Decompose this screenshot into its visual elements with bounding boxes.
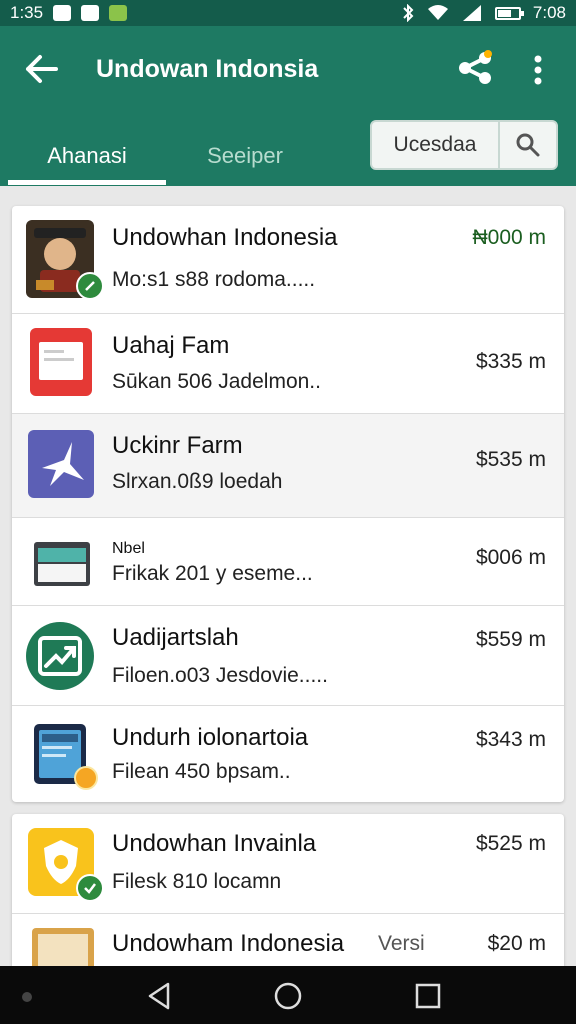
app-price: $343 m: [475, 728, 546, 751]
app-subtitle: Sūkan 506 Jadelmon..: [112, 370, 321, 393]
app-icon: [109, 5, 128, 21]
nav-indicator-dot: [22, 992, 32, 1002]
mail-icon: [81, 5, 100, 21]
app-price: $006 m: [475, 546, 546, 569]
list-item[interactable]: Undurh iolonartoia Filean 450 bpsam.. $3…: [12, 706, 564, 802]
navigation-bar: [0, 966, 576, 1024]
list-item[interactable]: Undowham Indonesia Versi $20 m: [12, 914, 564, 974]
folder-app-icon: [34, 538, 90, 586]
nav-back-icon[interactable]: [144, 980, 176, 1012]
list-item[interactable]: Uahaj Fam Sūkan 506 Jadelmon.. $335 m: [12, 314, 564, 414]
verified-badge-icon: [76, 874, 104, 902]
list-item[interactable]: Undowhan Indonesia Mo:s1 s88 rodoma.....…: [12, 206, 564, 314]
app-label: Nbel: [112, 540, 145, 557]
search-icon: [516, 133, 540, 157]
nav-home-icon[interactable]: [272, 980, 304, 1012]
star-app-icon: [28, 430, 94, 498]
app-price: $335 m: [475, 350, 546, 373]
signal-icon: [462, 5, 481, 21]
tab-indicator: [8, 180, 166, 185]
search-input[interactable]: [372, 122, 500, 168]
app-bar: Undowan Indonsia Ahanasi Seeiper: [0, 26, 576, 186]
app-price: $535 m: [475, 448, 546, 471]
status-time-left: 1:35: [10, 3, 44, 22]
verified-badge-icon: [76, 272, 104, 300]
share-icon[interactable]: [455, 48, 495, 88]
app-name: Uahaj Fam: [112, 332, 230, 359]
battery-icon: [494, 6, 524, 20]
app-name: Undowham Indonesia: [112, 930, 345, 957]
list-item[interactable]: Uadijartslah Filoen.o03 Jesdovie..... $5…: [12, 606, 564, 706]
app-name: Uadijartslah: [112, 624, 239, 651]
app-price: ₦000 m: [472, 226, 546, 249]
app-list-card: Undowhan Indonesia Mo:s1 s88 rodoma.....…: [12, 206, 564, 802]
list-item[interactable]: Uckinr Farm Slrxan.0ß9 loedah $535 m: [12, 414, 564, 518]
app-list-card-2: Undowhan Invainla Filesk 810 locamn $525…: [12, 814, 564, 974]
search-button[interactable]: [500, 122, 556, 168]
list-item[interactable]: Undowhan Invainla Filesk 810 locamn $525…: [12, 814, 564, 914]
app-subtitle: Mo:s1 s88 rodoma.....: [112, 268, 316, 291]
trend-app-icon: [26, 622, 94, 690]
red-form-app-icon: [30, 328, 92, 396]
app-subtitle: Filean 450 bpsam..: [112, 760, 291, 783]
arrow-left-icon[interactable]: [24, 54, 60, 84]
search-box: [370, 120, 558, 170]
app-price: $525 m: [475, 832, 546, 855]
list-item[interactable]: Nbel Frikak 201 y eseme... $006 m: [12, 518, 564, 606]
app-subtitle: Filoen.o03 Jesdovie.....: [112, 664, 328, 687]
tab-seeiper[interactable]: Seeiper: [190, 126, 300, 186]
app-subtitle: Slrxan.0ß9 loedah: [112, 470, 283, 493]
app-name: Undowhan Indonesia: [112, 224, 338, 251]
tablet-app-icon: [34, 722, 98, 790]
shield-app-icon: [28, 828, 104, 902]
tab-ahanasi[interactable]: Ahanasi: [8, 126, 166, 186]
status-time-right: 7:08: [532, 3, 566, 22]
status-bar: 1:35 7:08: [0, 0, 576, 26]
app-subtitle: Filesk 810 locamn: [112, 870, 282, 893]
character-app-icon: [26, 220, 104, 300]
app-name: Undowhan Invainla: [112, 830, 317, 857]
page-title: Undowan Indonsia: [96, 55, 319, 83]
app-name: Uckinr Farm: [112, 432, 243, 459]
star-badge-icon: [74, 766, 98, 790]
more-vert-icon[interactable]: [526, 52, 550, 88]
app-price: $559 m: [475, 628, 546, 651]
app-price: $20 m: [487, 932, 546, 955]
app-name: Undurh iolonartoia: [112, 724, 309, 751]
nav-recents-icon[interactable]: [412, 980, 444, 1012]
bluetooth-icon: [403, 4, 414, 22]
app-name: Frikak 201 y eseme...: [112, 562, 313, 585]
version-tag: Versi: [378, 932, 425, 955]
notification-icon: [53, 5, 72, 21]
wifi-icon: [427, 5, 448, 20]
